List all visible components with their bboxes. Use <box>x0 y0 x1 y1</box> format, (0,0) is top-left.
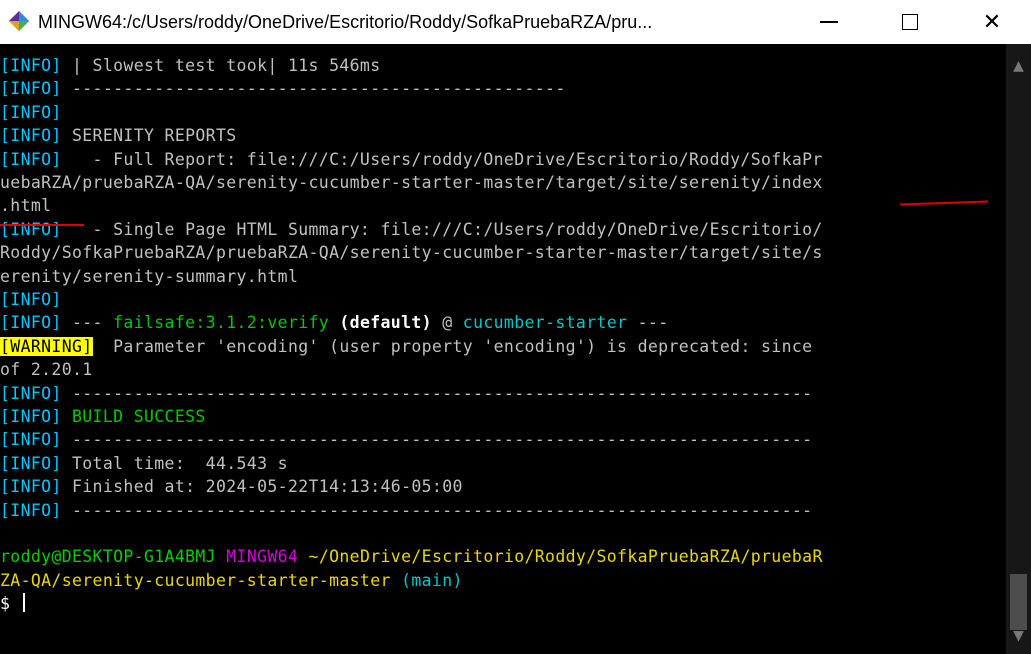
log-line: [INFO] ---------------------------------… <box>0 383 813 403</box>
log-line: uebaRZA/pruebaRZA-QA/serenity-cucumber-s… <box>0 173 823 192</box>
log-line: .html <box>0 196 52 216</box>
prompt-line-continuation: ZA-QA/serenity-cucumber-starter-master (… <box>0 570 463 590</box>
log-line: [INFO] ---------------------------------… <box>0 430 813 450</box>
log-line: [INFO] ---------------------------------… <box>0 79 566 99</box>
log-line: Roddy/SofkaPruebaRZA/pruebaRZA-QA/sereni… <box>0 243 823 263</box>
log-line: [INFO] - Full Report: file:///C:/Users/r… <box>0 149 823 169</box>
prompt-line: roddy@DESKTOP-G1A4BMJ MINGW64 ~/OneDrive… <box>0 547 823 567</box>
close-icon: ✕ <box>982 9 1002 34</box>
scroll-down-icon[interactable]: ▼ <box>1006 624 1031 648</box>
text-cursor <box>22 593 25 613</box>
maximize-button[interactable] <box>878 0 942 44</box>
terminal-output[interactable]: [INFO] | Slowest test took| 11s 546ms [I… <box>0 44 1006 654</box>
log-line: erenity/serenity-summary.html <box>0 266 299 286</box>
total-time-line: [INFO] Total time: 44.543 s <box>0 453 288 473</box>
log-line: [INFO] <box>0 290 62 309</box>
command-input[interactable]: $ <box>0 592 25 615</box>
close-button[interactable]: ✕ <box>960 0 1024 44</box>
annotation-underline-html <box>0 224 84 226</box>
log-line: [INFO] ---------------------------------… <box>0 500 813 520</box>
window-title: MINGW64:/c/Users/roddy/OneDrive/Escritor… <box>38 12 653 32</box>
minimize-button[interactable] <box>797 0 861 44</box>
minimize-icon <box>820 21 838 23</box>
warning-line-continuation: of 2.20.1 <box>0 360 93 380</box>
finished-at-line: [INFO] Finished at: 2024-05-22T14:13:46-… <box>0 477 463 497</box>
build-success-line: [INFO] BUILD SUCCESS <box>0 407 206 426</box>
log-line: [INFO] <box>0 102 62 122</box>
maximize-icon <box>902 14 918 30</box>
scroll-up-icon[interactable]: ▲ <box>1006 54 1031 78</box>
mingw-terminal-icon <box>9 11 29 31</box>
annotation-underline-index <box>899 200 989 206</box>
warning-line: [WARNING] Parameter 'encoding' (user pro… <box>0 336 813 356</box>
window-titlebar[interactable]: MINGW64:/c/Users/roddy/OneDrive/Escritor… <box>0 0 1031 44</box>
log-line: [INFO] - Single Page HTML Summary: file:… <box>0 219 823 239</box>
failsafe-line: [INFO] --- failsafe:3.1.2:verify (defaul… <box>0 313 669 333</box>
warning-tag: [WARNING] <box>0 336 93 356</box>
log-line: [INFO] | Slowest test took| 11s 546ms <box>0 56 381 75</box>
scrollbar-thumb[interactable] <box>1010 574 1027 630</box>
vertical-scrollbar[interactable]: ▲ ▼ <box>1006 44 1031 654</box>
log-line: [INFO] SERENITY REPORTS <box>0 126 237 146</box>
